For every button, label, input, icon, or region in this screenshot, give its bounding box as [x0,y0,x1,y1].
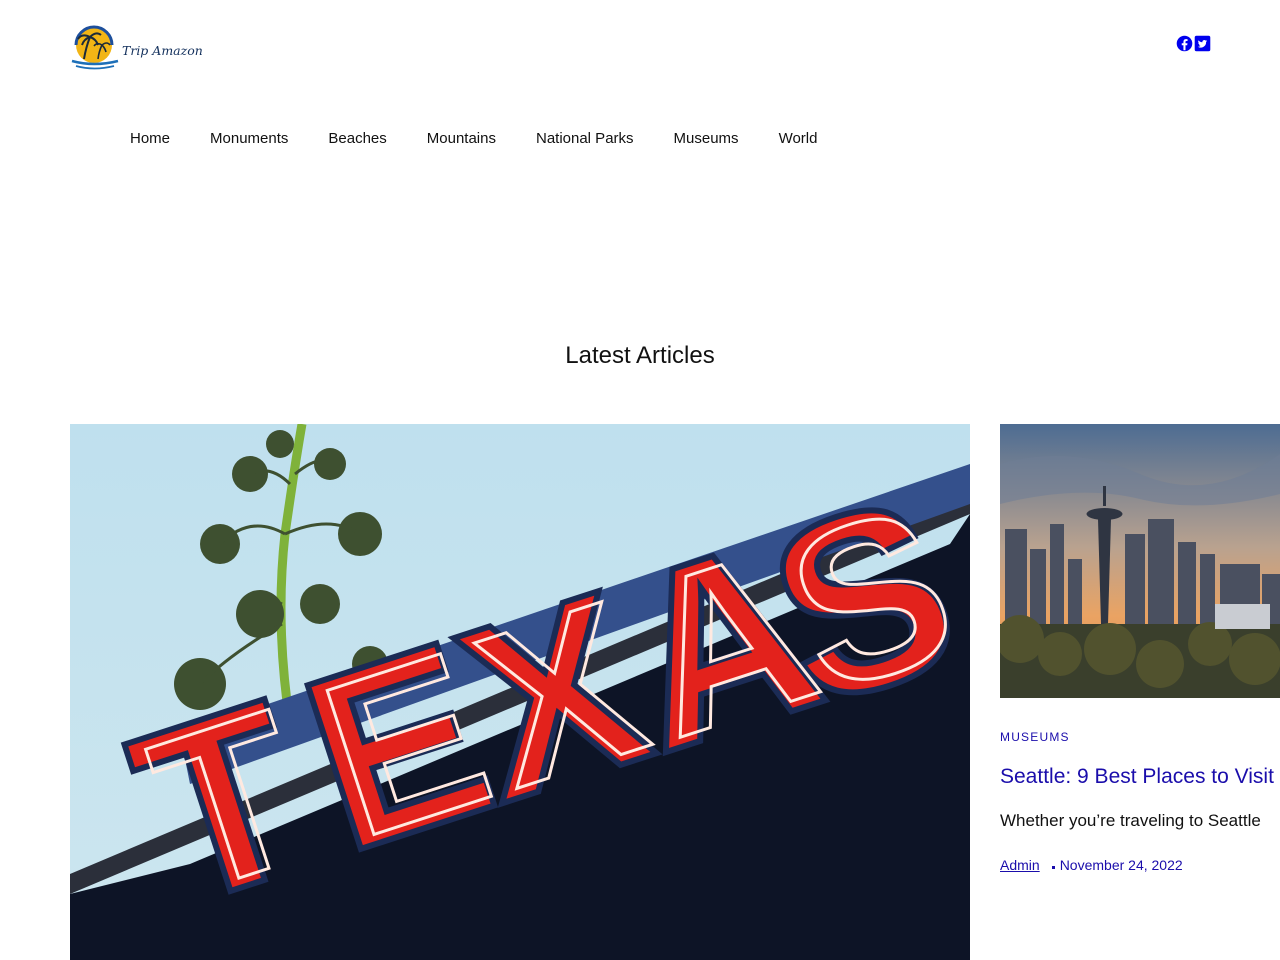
nav-item-beaches[interactable]: Beaches [328,130,386,147]
nav-item-monuments[interactable]: Monuments [210,130,288,147]
article-date: November 24, 2022 [1059,857,1183,873]
article-card-image[interactable] [1000,424,1280,698]
article-author-link[interactable]: Admin [1000,857,1040,873]
nav-item-mountains[interactable]: Mountains [427,130,496,147]
article-title[interactable]: Seattle: 9 Best Places to Visit [1000,765,1274,789]
facebook-icon[interactable] [1176,35,1193,52]
article-meta: Admin November 24, 2022 [1000,857,1183,873]
section-heading: Latest Articles [565,342,715,369]
twitter-icon[interactable] [1194,35,1211,52]
nav-item-world[interactable]: World [779,130,818,147]
site-logo[interactable]: Trip Amazon [70,22,216,74]
nav-item-national-parks[interactable]: National Parks [536,130,634,147]
meta-separator [1051,865,1055,869]
nav-item-museums[interactable]: Museums [674,130,739,147]
article-category[interactable]: MUSEUMS [1000,730,1070,744]
article-excerpt: Whether you’re traveling to Seattle [1000,811,1261,830]
nav-item-home[interactable]: Home [130,130,170,147]
featured-article-image[interactable]: T E X A S T E X A S [70,424,970,960]
palm-island-logo-icon [71,25,119,70]
social-links [1176,35,1211,52]
main-nav: Home Monuments Beaches Mountains Nationa… [130,130,817,147]
logo-text: Trip Amazon [122,42,203,58]
article-card: MUSEUMS Seattle: 9 Best Places to Visit … [1000,424,1280,960]
